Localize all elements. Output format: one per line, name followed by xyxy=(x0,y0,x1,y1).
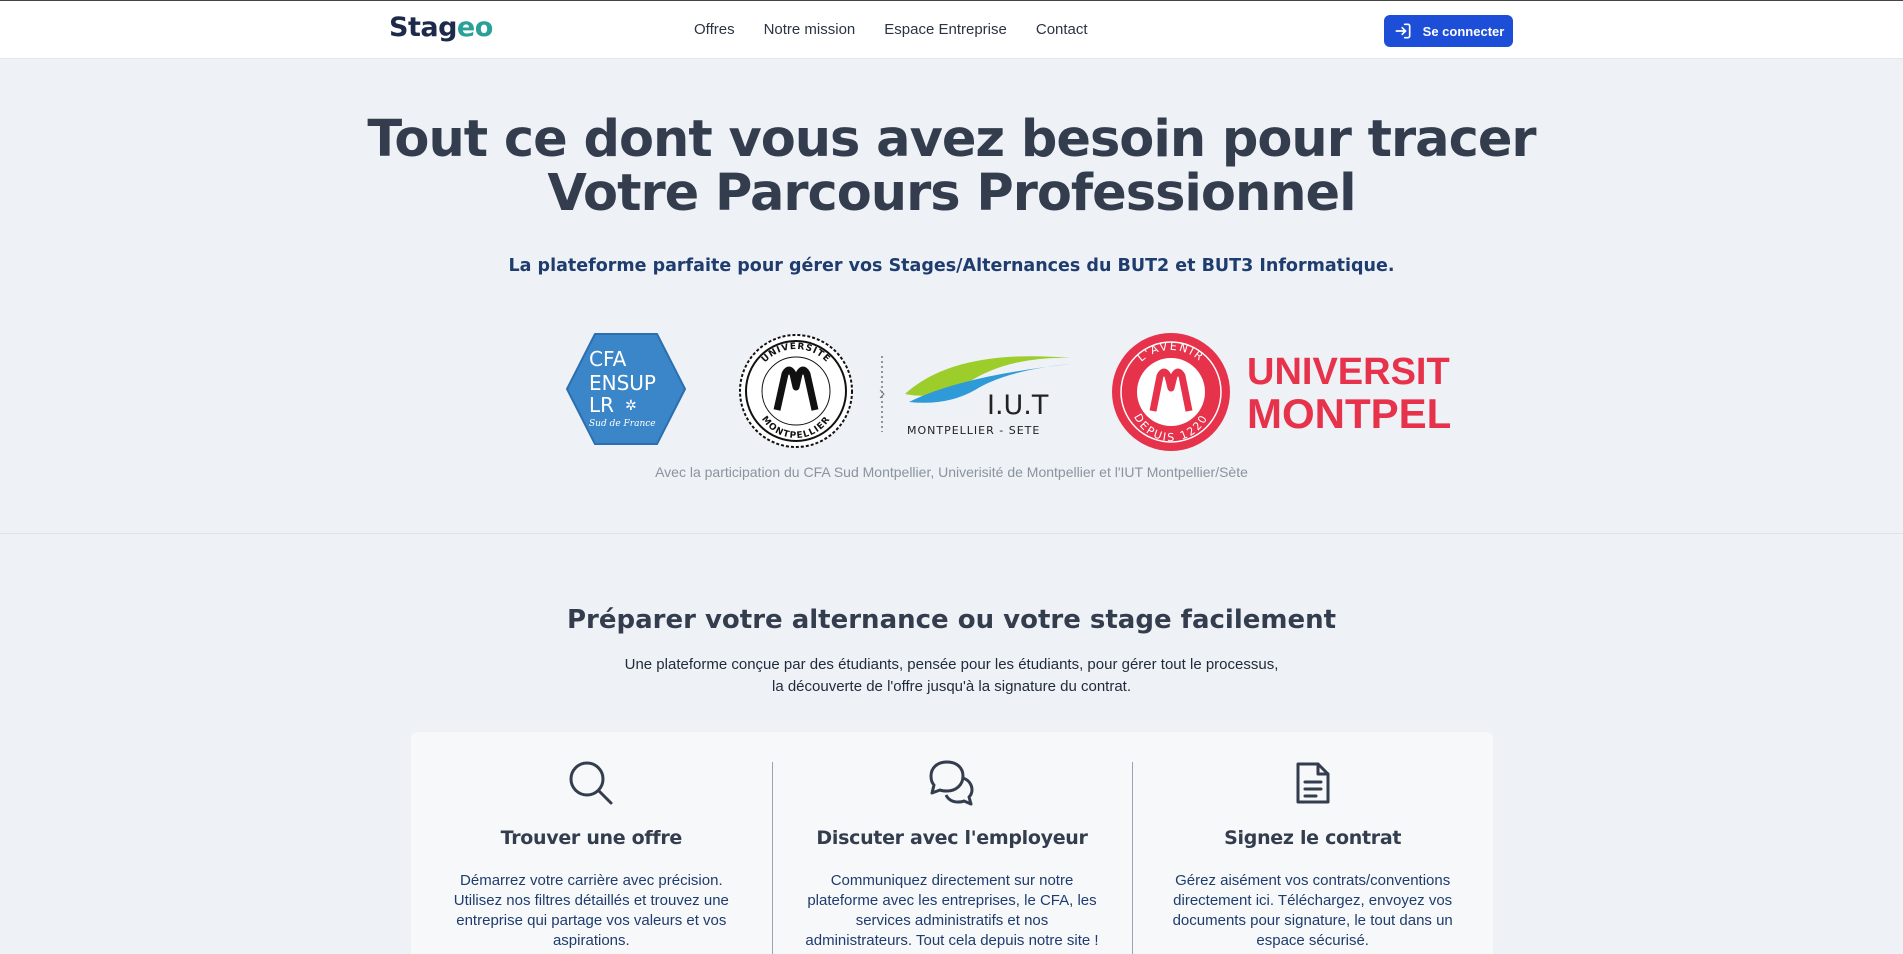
features-title: Préparer votre alternance ou votre stage… xyxy=(566,605,1337,635)
svg-text:ENSUP: ENSUP xyxy=(589,371,656,395)
main-nav: Offres Notre mission Espace Entreprise C… xyxy=(694,21,1117,38)
features-desc-line-2: la découverte de l'offre jusqu'à la sign… xyxy=(771,678,1131,695)
top-navbar: Stageo Offres Notre mission Espace Entre… xyxy=(0,0,1903,59)
chat-icon xyxy=(929,760,974,806)
hero-subtitle: La plateforme parfaite pour gérer vos St… xyxy=(508,256,1395,276)
hero-title: Tout ce dont vous avez besoin pour trace… xyxy=(0,113,1903,221)
sign-in-icon xyxy=(1395,23,1411,39)
svg-text:Sud de France: Sud de France xyxy=(589,419,656,429)
nav-link-entreprise[interactable]: Espace Entreprise xyxy=(884,21,1007,38)
svg-text:MONTPELLIER: MONTPELLIER xyxy=(1247,390,1450,437)
nav-link-offres[interactable]: Offres xyxy=(694,21,735,38)
feature-card-text: Communiquez directement sur notre platef… xyxy=(805,872,1099,949)
partners-caption: Avec la participation du CFA Sud Montpel… xyxy=(655,464,1248,480)
logo-separator xyxy=(879,356,885,432)
brand-logo[interactable]: Stageo xyxy=(389,12,493,43)
feature-cards: Trouver une offre Démarrez votre carrièr… xyxy=(411,732,1493,954)
universite-montpellier-logo: L'AVENIR DEPUIS 1220 UNIVERSITÉ DE MONTP… xyxy=(1112,333,1450,451)
brand-part-1: Stag xyxy=(389,12,457,43)
iut-montpellier-sete-logo: I.U.T MONTPELLIER - SETE xyxy=(905,356,1071,437)
nav-link-contact[interactable]: Contact xyxy=(1036,21,1088,38)
svg-text:MONTPELLIER - SETE: MONTPELLIER - SETE xyxy=(907,424,1040,437)
svg-text:UNIVERSITÉ DE: UNIVERSITÉ DE xyxy=(1247,349,1450,393)
features-description: Une plateforme conçue par des étudiants,… xyxy=(0,654,1903,698)
search-icon xyxy=(569,761,613,805)
partner-logos: CFA ENSUP LR ✲ Sud de France UNIVERSITÉ … xyxy=(565,328,1450,453)
feature-card-chat: Discuter avec l'employeur Communiquez di… xyxy=(771,732,1133,954)
feature-card-find-offer: Trouver une offre Démarrez votre carrièr… xyxy=(411,732,772,954)
features-desc-line-1: Une plateforme conçue par des étudiants,… xyxy=(624,656,1279,673)
feature-card-text: Gérez aisément vos contrats/conventions … xyxy=(1172,872,1453,949)
nav-link-mission[interactable]: Notre mission xyxy=(764,21,856,38)
login-button-label: Se connecter xyxy=(1422,23,1505,39)
feature-card-sign: Signez le contrat Gérez aisément vos con… xyxy=(1132,732,1493,954)
document-icon xyxy=(1296,762,1330,804)
hero-title-line-1: Tout ce dont vous avez besoin pour trace… xyxy=(367,110,1536,169)
svg-text:I.U.T: I.U.T xyxy=(987,390,1049,421)
section-divider xyxy=(0,533,1903,534)
feature-card-title: Discuter avec l'employeur xyxy=(816,827,1088,849)
universite-seal-logo: UNIVERSITÉ MONTPELLIER xyxy=(739,334,853,448)
login-button[interactable]: Se connecter xyxy=(1384,15,1513,47)
feature-card-text: Démarrez votre carrière avec précision. … xyxy=(453,872,729,949)
feature-card-title: Signez le contrat xyxy=(1224,827,1402,849)
feature-card-title: Trouver une offre xyxy=(500,827,683,849)
hero-title-line-2: Votre Parcours Professionnel xyxy=(547,164,1356,223)
svg-text:LR: LR xyxy=(589,393,614,417)
cfa-ensup-logo: CFA ENSUP LR ✲ Sud de France xyxy=(566,333,686,445)
svg-text:✲: ✲ xyxy=(625,398,637,414)
svg-text:CFA: CFA xyxy=(589,347,627,371)
brand-part-2: eo xyxy=(456,12,493,43)
